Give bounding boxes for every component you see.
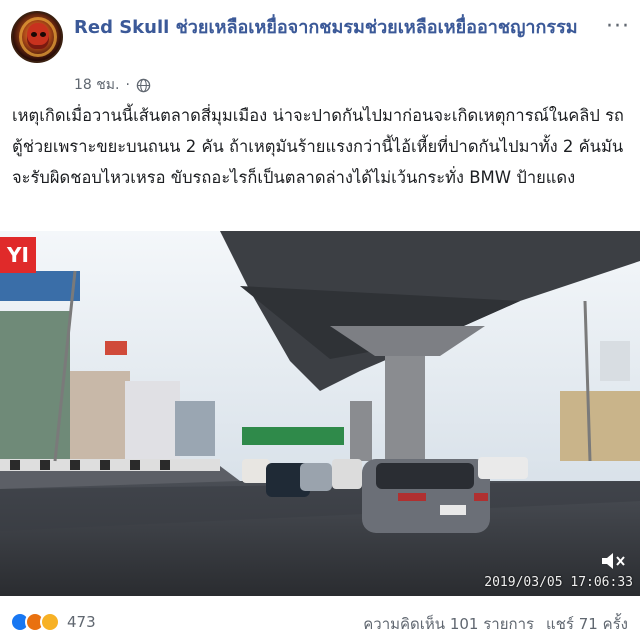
reaction-count: 473 <box>67 613 96 631</box>
globe-icon <box>136 78 151 92</box>
video-player[interactable]: YI 2019/03/05 17:06:33 <box>0 231 640 596</box>
comments-link[interactable]: ความคิดเห็น 101 รายการ <box>363 612 534 636</box>
mute-icon[interactable] <box>600 550 626 572</box>
post-message: เหตุเกิดเมื่อวานนี้เส้นตลาดสี่มุมเมือง น… <box>12 106 624 187</box>
shares-link[interactable]: แชร์ 71 ครั้ง <box>546 612 628 636</box>
dashcam-frame <box>0 231 640 596</box>
page-avatar[interactable] <box>11 11 63 63</box>
engagement-stats: ความคิดเห็น 101 รายการ แชร์ 71 ครั้ง <box>363 612 628 636</box>
post-footer: 473 ความคิดเห็น 101 รายการ แชร์ 71 ครั้ง <box>0 596 640 644</box>
more-options-button[interactable]: ··· <box>606 14 630 39</box>
reactions-summary[interactable]: 473 <box>10 612 96 632</box>
post-meta: 18 ชม. · <box>74 74 151 96</box>
video-timestamp: 2019/03/05 17:06:33 <box>484 575 633 590</box>
haha-reaction-icon <box>40 612 60 632</box>
post-time[interactable]: 18 ชม. <box>74 74 119 96</box>
post-header: Red Skull ช่วยเหลือเหยื่อจากชมรมช่วยเหลื… <box>0 0 640 100</box>
meta-separator: · <box>125 77 130 93</box>
page-name-link[interactable]: Red Skull ช่วยเหลือเหยื่อจากชมรมช่วยเหลื… <box>74 14 594 41</box>
camera-brand-badge: YI <box>0 237 36 273</box>
